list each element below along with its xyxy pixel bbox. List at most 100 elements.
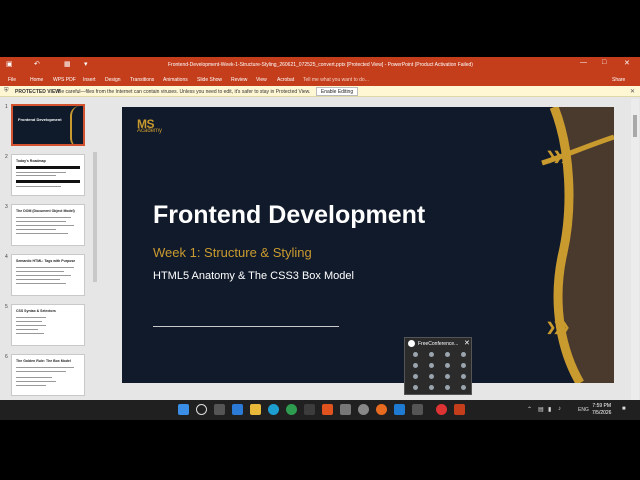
control-button[interactable] [461, 352, 466, 357]
chevrons-icon: ❯❯❯ [546, 320, 570, 334]
slide-thumbnail[interactable]: The DOM (Document Object Model) [11, 204, 85, 246]
language-indicator[interactable]: ENG [578, 407, 589, 413]
conference-app-icon[interactable] [436, 404, 447, 415]
save-icon[interactable]: ▣ [6, 60, 13, 68]
enable-editing-button[interactable]: Enable Editing [316, 87, 358, 96]
control-button[interactable] [445, 374, 450, 379]
undo-icon[interactable]: ↶ [34, 60, 40, 68]
tab-wps-pdf[interactable]: WPS PDF [53, 77, 76, 83]
thumbnail-line [16, 283, 66, 284]
control-button[interactable] [461, 374, 466, 379]
battery-icon[interactable]: ▮ [548, 406, 551, 413]
control-button[interactable] [413, 352, 418, 357]
notification-icon[interactable]: ■ [622, 406, 626, 412]
tab-home[interactable]: Home [30, 77, 43, 83]
thumbnail-line [16, 371, 66, 372]
thumbnail-line [16, 175, 56, 176]
tab-animations[interactable]: Animations [163, 77, 188, 83]
vscode-icon[interactable] [394, 404, 405, 415]
firefox-icon[interactable] [376, 404, 387, 415]
control-button[interactable] [429, 385, 434, 390]
app-icon[interactable] [412, 404, 423, 415]
divider-line [153, 326, 339, 327]
tab-design[interactable]: Design [105, 77, 121, 83]
thumbnail-line [16, 275, 71, 276]
control-button[interactable] [445, 363, 450, 368]
tab-transitions[interactable]: Transitions [130, 77, 154, 83]
control-button[interactable] [461, 385, 466, 390]
title-bar: ▣ ↶ ▦ ▾ Frontend-Development-Week-1-Stru… [0, 57, 640, 73]
slide-tagline: HTML5 Anatomy & The CSS3 Box Model [153, 270, 354, 282]
chevron-up-icon[interactable]: ⌃ [527, 406, 532, 413]
tab-review[interactable]: Review [231, 77, 247, 83]
thumbnail-line [16, 317, 46, 318]
thumbnail-line [16, 172, 66, 173]
present-icon[interactable]: ▦ [64, 60, 71, 68]
speaker-icon[interactable]: ♪ [558, 406, 561, 412]
network-icon[interactable]: ▤ [538, 406, 544, 413]
widgets-icon[interactable] [232, 404, 243, 415]
tab-insert[interactable]: Insert [83, 77, 96, 83]
close-icon[interactable]: ✕ [464, 339, 470, 347]
maximize-icon[interactable]: □ [602, 59, 606, 66]
thumbnail-title: Frontend Development [18, 117, 62, 122]
customize-qat-icon[interactable]: ▾ [84, 60, 88, 68]
clock[interactable]: 7:59 PM 7/5/2026 [592, 403, 611, 417]
thumbnail-block [16, 180, 80, 183]
slide-canvas[interactable]: MS Academy ❯❯❯ ❯❯❯ Frontend Development … [122, 107, 614, 383]
slide-thumbnail-pane: 1 Frontend Development 2 Today's Roadmap… [0, 98, 100, 420]
share-button[interactable]: Share [612, 77, 625, 83]
thumbnail-scrollbar[interactable] [93, 152, 97, 282]
slide-thumbnail[interactable]: The Golden Rule: The Box Model [11, 354, 85, 396]
clock-date: 7/5/2026 [592, 410, 612, 416]
close-icon[interactable]: ✕ [624, 59, 630, 67]
brave-icon[interactable] [322, 404, 333, 415]
thumbnail-line [16, 271, 64, 272]
control-button[interactable] [445, 385, 450, 390]
task-view-icon[interactable] [214, 404, 225, 415]
search-icon[interactable] [196, 404, 207, 415]
start-icon[interactable] [178, 404, 189, 415]
slide-thumbnail[interactable]: Today's Roadmap [11, 154, 85, 196]
chrome-icon[interactable] [286, 404, 297, 415]
thumbnail-line [16, 321, 42, 322]
conference-logo-icon [408, 340, 415, 347]
thumbnail-line [16, 367, 74, 368]
thumbnail-number: 5 [5, 304, 8, 310]
control-button[interactable] [429, 352, 434, 357]
close-icon[interactable]: ✕ [630, 88, 635, 95]
edge-icon[interactable] [268, 404, 279, 415]
control-button[interactable] [413, 363, 418, 368]
tab-acrobat[interactable]: Acrobat [277, 77, 294, 83]
windows-taskbar: ⌃ ▤ ▮ ♪ ENG 7:59 PM 7/5/2026 ■ [0, 400, 640, 420]
slide-scrollbar[interactable] [631, 99, 639, 420]
file-explorer-icon[interactable] [250, 404, 261, 415]
thumbnail-line [16, 221, 66, 222]
slide-thumbnail[interactable]: CSS Syntax & Selectors [11, 304, 85, 346]
powerpoint-icon[interactable] [454, 404, 465, 415]
thumbnail-line [16, 233, 68, 234]
app-icon[interactable] [358, 404, 369, 415]
control-button[interactable] [413, 385, 418, 390]
thumbnail-title: Today's Roadmap [16, 159, 46, 163]
window-title: Frontend-Development-Week-1-Structure-St… [168, 62, 473, 68]
control-button[interactable] [445, 352, 450, 357]
scrollbar-thumb[interactable] [633, 115, 637, 137]
control-button[interactable] [429, 363, 434, 368]
minimize-icon[interactable]: — [580, 59, 587, 66]
tab-file[interactable]: File [8, 77, 16, 83]
tell-me-search[interactable]: Tell me what you want to do... [303, 77, 369, 83]
slide-thumbnail[interactable]: Semantic HTML: Tags with Purpose [11, 254, 85, 296]
thumbnail-line [16, 229, 56, 230]
tab-slide-show[interactable]: Slide Show [197, 77, 222, 83]
thumbnail-number: 3 [5, 204, 8, 210]
control-button[interactable] [413, 374, 418, 379]
slide-thumbnail[interactable]: Frontend Development [11, 104, 85, 146]
app-icon[interactable] [340, 404, 351, 415]
control-button[interactable] [429, 374, 434, 379]
tab-view[interactable]: View [256, 77, 267, 83]
control-button[interactable] [461, 363, 466, 368]
app-icon[interactable] [304, 404, 315, 415]
desktop-screen: ▣ ↶ ▦ ▾ Frontend-Development-Week-1-Stru… [0, 57, 640, 420]
thumbnail-title: CSS Syntax & Selectors [16, 309, 56, 313]
